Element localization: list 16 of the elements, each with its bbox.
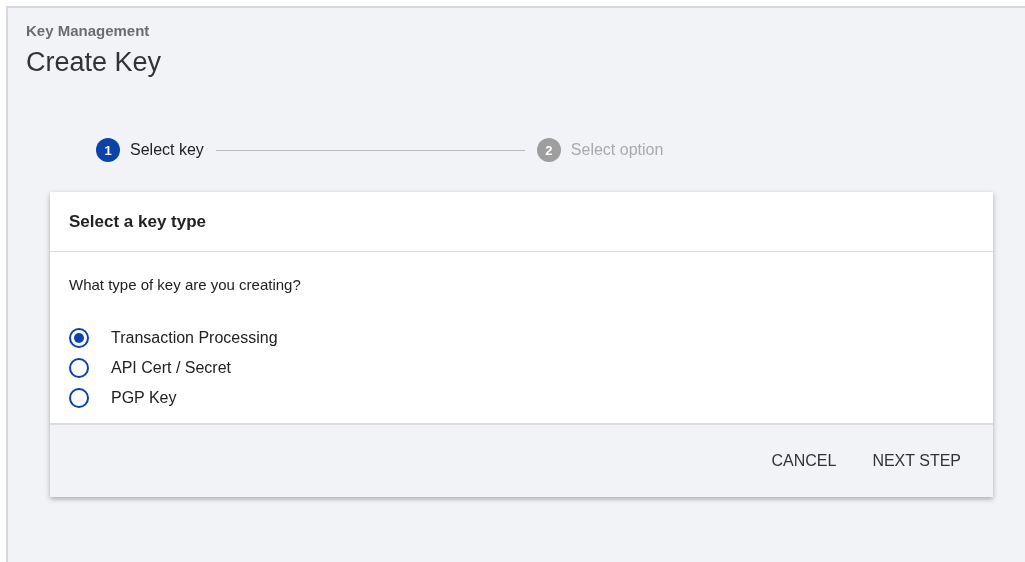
step-number: 1 — [96, 138, 120, 162]
question-text: What type of key are you creating? — [69, 276, 302, 293]
step-number: 2 — [536, 138, 561, 162]
step-label: Select option — [570, 141, 664, 159]
option-label: Transaction Processing — [111, 329, 278, 347]
cancel-button[interactable]: CANCEL — [759, 442, 849, 480]
option-label: PGP Key — [111, 389, 177, 407]
breadcrumb: Key Management — [26, 22, 151, 39]
radio-button[interactable] — [69, 328, 89, 348]
page-title: Create Key — [26, 47, 163, 78]
option-label: API Cert / Secret — [111, 359, 232, 377]
step-label: Select key — [130, 141, 204, 159]
radio-button[interactable] — [69, 358, 89, 378]
next-step-button[interactable]: NEXT STEP — [860, 442, 973, 480]
radio-button[interactable] — [69, 388, 89, 408]
card-title: Select a key type — [50, 192, 993, 252]
